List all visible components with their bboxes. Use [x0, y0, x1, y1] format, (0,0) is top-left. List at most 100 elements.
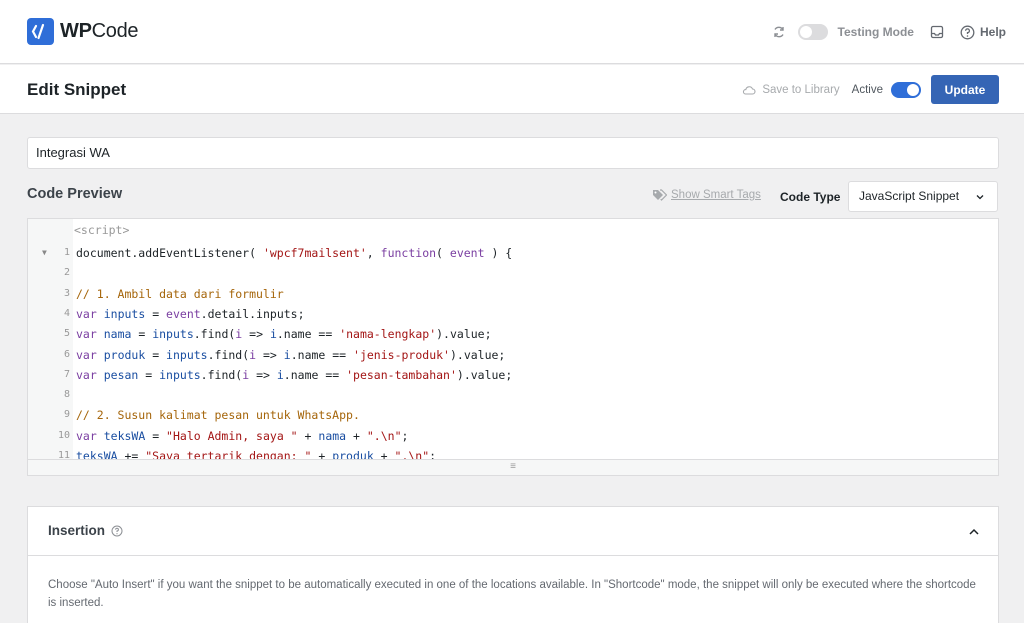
code-token: // 1. Ambil data dari formulir — [76, 286, 284, 301]
code-token: produk — [103, 347, 146, 362]
inbox-icon[interactable] — [930, 25, 944, 39]
script-open-tag: <script> — [74, 223, 130, 237]
line-number: 5 — [63, 328, 70, 340]
line-number: 2 — [63, 267, 70, 279]
line-number: 9 — [63, 409, 70, 421]
code-type-value: JavaScript Snippet — [859, 189, 960, 203]
code-token: .name == — [283, 367, 347, 382]
cloud-icon — [743, 85, 756, 95]
code-token: ( — [436, 246, 450, 260]
code-token: + — [346, 428, 367, 443]
header-actions: Testing Mode Help — [772, 22, 1006, 42]
logo-text: WPCode — [60, 20, 139, 43]
code-line: 4 var inputs = event.detail.inputs; — [28, 304, 998, 324]
insertion-title-label: Insertion — [48, 523, 106, 538]
edit-snippet-bar: Edit Snippet Save to Library Active Upda… — [0, 65, 1024, 114]
code-token: = — [131, 327, 153, 342]
question-circle-icon[interactable] — [111, 525, 123, 537]
code-text: // 1. Ambil data dari formulir — [76, 284, 284, 304]
code-token: event — [166, 306, 201, 321]
code-line: 8 — [28, 385, 998, 405]
code-token: => — [242, 327, 270, 342]
testing-mode-label: Testing Mode — [837, 25, 914, 39]
page-title: Edit Snippet — [27, 80, 127, 99]
code-token: 'jenis-produk' — [353, 347, 450, 362]
update-button[interactable]: Update — [931, 75, 999, 104]
line-number: 3 — [63, 287, 70, 299]
code-token: i — [283, 347, 291, 362]
code-text: var produk = inputs.find(i => i.name == … — [76, 345, 505, 365]
save-to-library-label: Save to Library — [762, 83, 840, 96]
chevron-up-icon[interactable] — [968, 526, 980, 538]
help-icon[interactable] — [960, 25, 975, 40]
code-token: = — [145, 306, 167, 321]
code-text: var pesan = inputs.find(i => i.name == '… — [76, 365, 512, 385]
refresh-icon[interactable] — [772, 25, 786, 39]
code-token: "Halo Admin, saya " — [166, 428, 298, 443]
line-number: 1 — [63, 247, 70, 258]
code-text: // 2. Susun kalimat pesan untuk WhatsApp… — [76, 405, 360, 425]
wpcode-logo-icon — [27, 18, 54, 45]
testing-mode-toggle[interactable] — [797, 24, 828, 40]
code-token: .name == — [290, 347, 354, 362]
code-token: i — [269, 327, 277, 342]
code-token: .find( — [207, 347, 250, 362]
code-editor[interactable]: <script> ▼ 1 document.addEventListener( 'w… — [27, 218, 999, 476]
active-toggle[interactable] — [891, 81, 921, 98]
show-smart-tags-link[interactable]: Show Smart Tags — [652, 189, 761, 201]
chevron-down-icon — [976, 195, 984, 200]
code-token: = — [145, 428, 167, 443]
code-token: 'wpcf7mailsent' — [262, 246, 367, 260]
tags-icon — [653, 189, 667, 201]
code-token: nama — [103, 327, 132, 342]
line-number: 10 — [57, 429, 70, 441]
code-line: 2 — [28, 263, 998, 283]
code-type-select[interactable]: JavaScript Snippet — [848, 181, 998, 212]
code-token: // 2. Susun kalimat pesan untuk WhatsApp… — [76, 408, 360, 423]
insertion-panel-header[interactable]: Insertion — [28, 507, 998, 556]
logo-text-rest: Code — [91, 20, 139, 42]
editor-resize-handle[interactable]: ≡ — [28, 459, 998, 475]
edit-actions: Save to Library Active Update — [742, 75, 999, 104]
code-token: var — [76, 347, 97, 362]
code-token: inputs — [159, 367, 201, 382]
save-to-library-button[interactable]: Save to Library — [742, 83, 840, 96]
code-line: ▼ 1 document.addEventListener( 'wpcf7mails… — [28, 243, 998, 263]
code-token: i — [276, 367, 284, 382]
code-token: = — [138, 367, 160, 382]
top-header: WPCode Testing Mode Help — [0, 0, 1024, 64]
code-token: inputs — [103, 306, 146, 321]
code-token: teksWA — [103, 428, 146, 443]
code-token: var — [76, 327, 97, 342]
code-line: 3 // 1. Ambil data dari formulir — [28, 284, 998, 304]
insertion-title: Insertion — [48, 523, 123, 538]
code-text: var inputs = event.detail.inputs; — [76, 304, 305, 324]
code-token: function — [380, 246, 437, 260]
code-preview-title: Code Preview — [27, 186, 123, 202]
code-line: 6 var produk = inputs.find(i => i.name ==… — [28, 345, 998, 365]
snippet-title-input[interactable]: Integrasi WA — [27, 137, 999, 169]
code-text: var teksWA = "Halo Admin, saya " + nama … — [76, 426, 408, 446]
code-token: ) { — [484, 246, 513, 260]
code-text: var nama = inputs.find(i => i.name == 'n… — [76, 324, 492, 344]
code-token: .detail.inputs; — [200, 306, 305, 321]
code-token: ).value; — [456, 367, 513, 382]
code-token: .name == — [276, 327, 340, 342]
code-token: ; — [401, 428, 409, 443]
code-token: , — [366, 246, 381, 260]
wpcode-logo[interactable]: WPCode — [27, 18, 139, 45]
code-token: = — [145, 347, 167, 362]
code-token: inputs — [166, 347, 208, 362]
code-token: => — [256, 347, 284, 362]
code-token: 'pesan-tambahan' — [346, 367, 457, 382]
help-link[interactable]: Help — [980, 25, 1006, 39]
show-smart-tags-label: Show Smart Tags — [671, 189, 761, 201]
code-token: .find( — [200, 367, 243, 382]
line-number: 8 — [63, 389, 70, 401]
active-label: Active — [851, 83, 883, 96]
code-line: 10 var teksWA = "Halo Admin, saya " + nam… — [28, 426, 998, 446]
code-line: 7 var pesan = inputs.find(i => i.name == … — [28, 365, 998, 385]
